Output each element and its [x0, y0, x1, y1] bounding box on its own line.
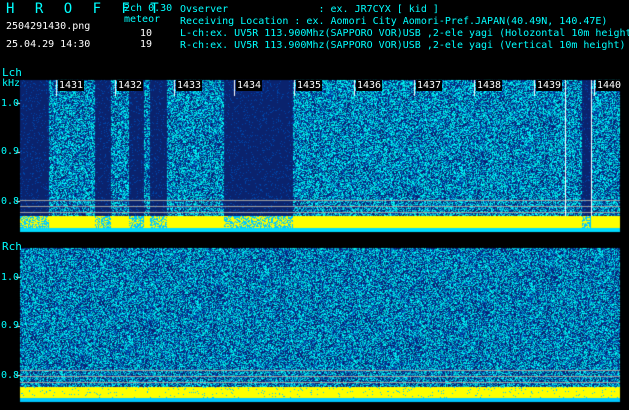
location-info: Receiving Location : ex. Aomori City Aom… [180, 16, 608, 27]
time-mark-1431: 1431 [58, 80, 85, 91]
waterfall-canvas [0, 0, 629, 410]
meteor-count-l: 10 [140, 28, 153, 39]
time-mark-1436: 1436 [356, 80, 383, 91]
datetime-label: 25.04.29 14:30 [6, 39, 91, 50]
meteor-label: meteor [124, 14, 161, 25]
time-mark-1439: 1439 [536, 80, 563, 91]
time-mark-1432: 1432 [117, 80, 144, 91]
lch-ytick-1: 1.0 [1, 98, 20, 109]
time-mark-1437: 1437 [416, 80, 443, 91]
time-mark-1438: 1438 [476, 80, 503, 91]
rch-ytick-3: 0.8 [1, 370, 20, 381]
filename-label: 2504291430.png [6, 21, 91, 32]
rch-ytick-2: 0.9 [1, 320, 20, 331]
rch-ytick-1: 1.0 [1, 272, 20, 283]
time-mark-1434: 1434 [236, 80, 263, 91]
lch-ytick-3: 0.8 [1, 196, 20, 207]
lch-info: L-ch:ex. UV5R 113.900Mhz(SAPPORO VOR)USB… [180, 28, 629, 39]
mode-label: 2ch 0.30 [124, 3, 173, 14]
time-mark-1435: 1435 [296, 80, 323, 91]
time-mark-1433: 1433 [176, 80, 203, 91]
lch-ytick-2: 0.9 [1, 146, 20, 157]
rch-label: Rch [2, 240, 22, 253]
rch-info: R-ch:ex. UV5R 113.900Mhz(SAPPORO VOR)USB… [180, 40, 626, 51]
lch-unit-label: kHz [2, 78, 21, 89]
time-mark-1440: 1440 [596, 80, 623, 91]
observer-info: Ovserver : ex. JR7CYX [ kid ] [180, 4, 439, 15]
meteor-count-r: 19 [140, 39, 153, 50]
